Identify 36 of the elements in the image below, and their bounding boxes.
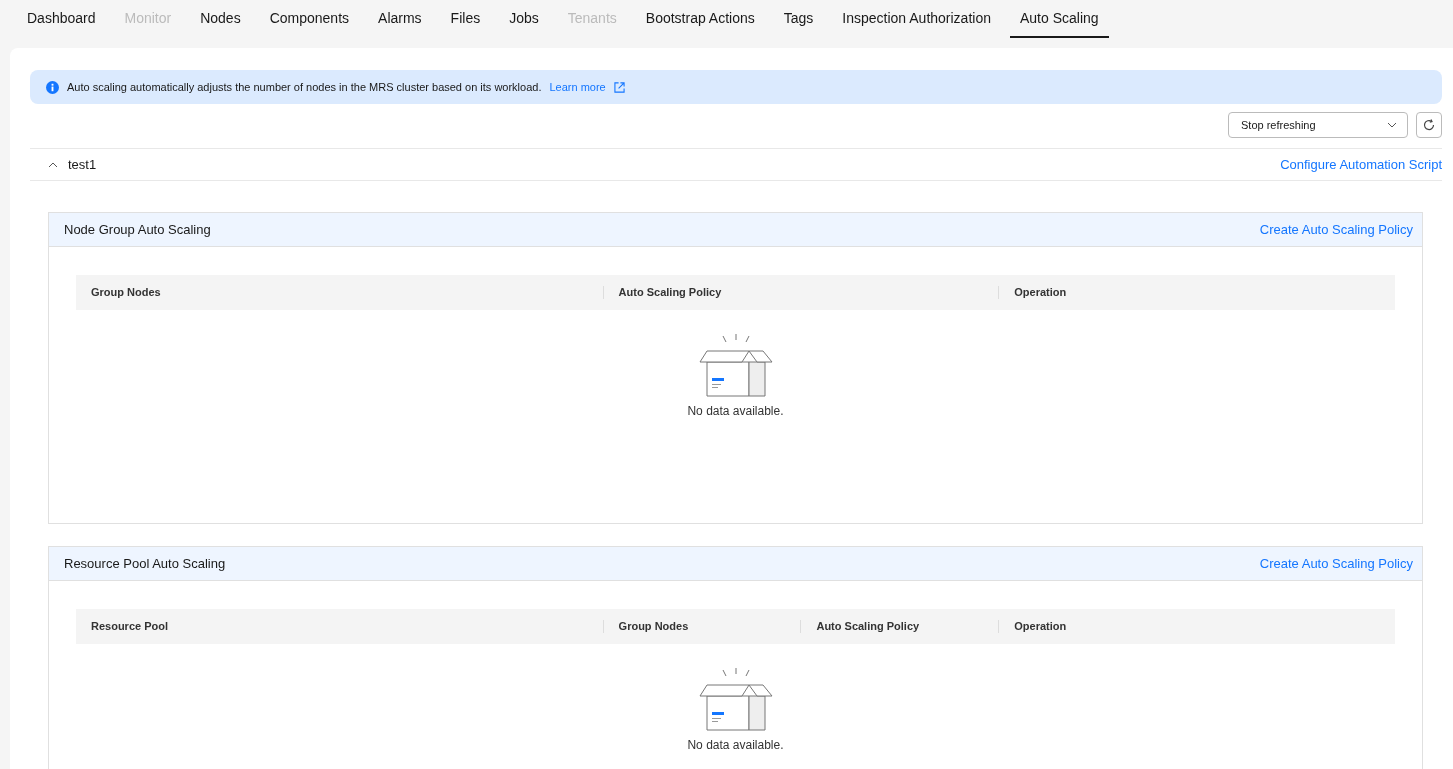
section-title: Node Group Auto Scaling: [64, 222, 211, 237]
tab[interactable]: Auto Scaling: [1010, 0, 1109, 38]
create-policy-link[interactable]: Create Auto Scaling Policy: [1259, 222, 1413, 237]
empty-box-icon: [698, 668, 773, 732]
info-message: Auto scaling automatically adjusts the number of nodes in the MRS cluster based on its workload.: [67, 81, 542, 93]
refresh-button[interactable]: [1416, 112, 1442, 138]
external-link-icon[interactable]: [613, 81, 625, 93]
refresh-icon: [1423, 119, 1435, 131]
empty-box-icon: [698, 334, 773, 398]
empty-message: No data available.: [687, 404, 784, 418]
tab[interactable]: Inspection Authorization: [832, 0, 1001, 38]
tab[interactable]: Components: [259, 0, 360, 38]
column-header: Auto Scaling Policy: [800, 620, 999, 633]
tab[interactable]: Tags: [773, 0, 824, 38]
learn-more-link[interactable]: Learn more: [549, 81, 606, 93]
tab[interactable]: Jobs: [499, 0, 549, 38]
configure-script-link[interactable]: Configure Automation Script: [1280, 157, 1442, 172]
refresh-interval-select[interactable]: Stop refreshing: [1228, 112, 1408, 138]
column-header: Auto Scaling Policy: [602, 286, 999, 299]
column-header: Resource Pool: [90, 620, 170, 633]
column-header: Operation: [998, 620, 1395, 633]
column-header: Operation: [998, 286, 1395, 299]
chevron-up-icon[interactable]: [48, 161, 58, 168]
column-header: Group Nodes: [602, 620, 801, 633]
tab[interactable]: Dashboard: [17, 0, 106, 38]
create-policy-link[interactable]: Create Auto Scaling Policy: [1259, 556, 1413, 571]
empty-message: No data available.: [687, 738, 784, 752]
info-icon: [46, 80, 59, 94]
tab[interactable]: Bootstrap Actions: [635, 0, 765, 38]
section-title: Resource Pool Auto Scaling: [64, 556, 226, 571]
tab[interactable]: Files: [440, 0, 491, 38]
tab[interactable]: Alarms: [368, 0, 432, 38]
cluster-name: test1: [68, 157, 97, 172]
column-header: Group Nodes: [90, 286, 162, 299]
chevron-down-icon: [1387, 122, 1397, 128]
tab[interactable]: Nodes: [190, 0, 251, 38]
